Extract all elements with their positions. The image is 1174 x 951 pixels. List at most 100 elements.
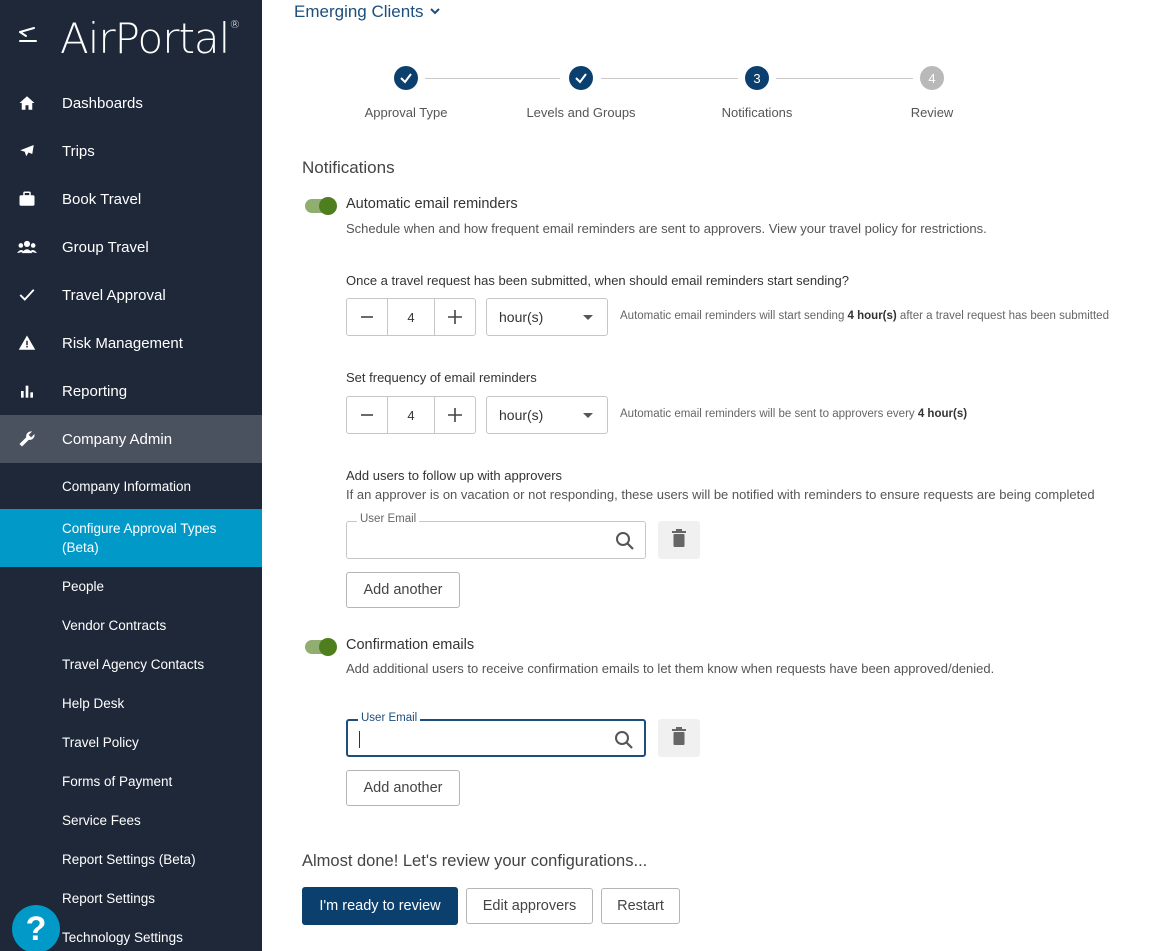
followup-title: Add users to follow up with approvers [346, 468, 563, 483]
nav-item-label: Dashboards [62, 94, 143, 112]
nav-item-trips[interactable]: Trips [0, 127, 262, 175]
check-icon [17, 285, 37, 305]
main-content: Emerging Clients Approval Type Levels an… [262, 0, 1174, 951]
confirmation-label: Confirmation emails [346, 637, 475, 653]
step-label: Review [910, 105, 954, 120]
confirmation-email-field[interactable]: User Email [346, 712, 646, 757]
sub-item-company-information[interactable]: Company Information [0, 463, 262, 509]
sub-item-help-desk[interactable]: Help Desk [0, 684, 262, 723]
step-levels-and-groups[interactable]: Levels and Groups [511, 66, 651, 120]
plane-icon [17, 141, 37, 161]
chevron-down-icon [583, 413, 593, 418]
add-another-followup-button[interactable]: Add another [346, 572, 460, 608]
frequency-question: Set frequency of email reminders [346, 370, 537, 385]
step-number: 4 [920, 66, 944, 90]
trash-icon [671, 726, 687, 750]
sub-item-travel-policy[interactable]: Travel Policy [0, 723, 262, 762]
confirmation-desc: Add additional users to receive confirma… [346, 661, 995, 676]
step-number: 3 [745, 66, 769, 90]
frequency-value[interactable]: 4 [387, 397, 435, 433]
delete-followup-email-button[interactable] [658, 521, 700, 559]
group-icon [17, 237, 37, 257]
progress-stepper: Approval Type Levels and Groups 3 Notifi… [262, 66, 1174, 126]
nav-item-travel-approval[interactable]: Travel Approval [0, 271, 262, 319]
nav-item-label: Book Travel [62, 190, 142, 208]
followup-desc: If an approver is on vacation or not res… [346, 487, 1095, 502]
step-label: Approval Type [364, 105, 448, 120]
chevron-down-icon [583, 315, 593, 320]
sub-item-service-fees[interactable]: Service Fees [0, 801, 262, 840]
warning-icon [17, 333, 37, 353]
bar-chart-icon [17, 381, 37, 401]
wrench-icon [17, 429, 37, 449]
step-approval-type[interactable]: Approval Type [336, 66, 476, 120]
auto-reminders-desc: Schedule when and how frequent email rem… [346, 221, 987, 236]
nav-item-label: Trips [62, 142, 95, 160]
followup-email-input[interactable] [357, 530, 607, 550]
sub-item-forms-of-payment[interactable]: Forms of Payment [0, 762, 262, 801]
nav-item-risk-management[interactable]: Risk Management [0, 319, 262, 367]
frequency-hint: Automatic email reminders will be sent t… [620, 408, 968, 420]
nav-item-label: Travel Approval [62, 286, 166, 304]
start-unit-value: hour(s) [499, 309, 544, 325]
client-name: Emerging Clients [294, 2, 424, 21]
check-icon [394, 66, 418, 90]
step-label: Notifications [721, 105, 793, 120]
home-icon [17, 93, 37, 113]
sub-item-configure-approval-types[interactable]: Configure Approval Types (Beta) [0, 509, 262, 567]
nav-item-label: Reporting [62, 382, 128, 400]
nav-item-book-travel[interactable]: Book Travel [0, 175, 262, 223]
nav-item-company-admin[interactable]: Company Admin [0, 415, 262, 463]
field-label: User Email [357, 513, 420, 525]
nav-item-dashboards[interactable]: Dashboards [0, 79, 262, 127]
review-prompt: Almost done! Let's review your configura… [302, 852, 648, 870]
start-unit-select[interactable]: hour(s) [486, 298, 608, 336]
field-label: User Email [358, 712, 421, 724]
step-notifications[interactable]: 3 Notifications [687, 66, 827, 120]
check-icon [569, 66, 593, 90]
frequency-unit-select[interactable]: hour(s) [486, 396, 608, 434]
airportal-logo: AirPortal® [60, 14, 240, 63]
delete-confirmation-email-button[interactable] [658, 719, 700, 757]
confirmation-toggle[interactable] [305, 638, 337, 656]
step-label: Levels and Groups [526, 105, 636, 120]
search-icon[interactable] [614, 730, 634, 750]
followup-email-field[interactable]: User Email [346, 513, 646, 559]
main-nav: Dashboards Trips Book Travel Group Trave… [0, 79, 262, 951]
nav-item-group-travel[interactable]: Group Travel [0, 223, 262, 271]
step-review[interactable]: 4 Review [862, 66, 1002, 120]
nav-item-label: Risk Management [62, 334, 183, 352]
increment-button[interactable] [435, 299, 475, 335]
client-selector[interactable]: Emerging Clients [294, 2, 441, 22]
frequency-stepper: 4 [346, 396, 476, 434]
start-hint: Automatic email reminders will start sen… [620, 310, 1109, 322]
sub-item-travel-agency-contacts[interactable]: Travel Agency Contacts [0, 645, 262, 684]
search-icon[interactable] [615, 531, 635, 551]
ready-to-review-button[interactable]: I'm ready to review [302, 887, 458, 925]
start-question: Once a travel request has been submitted… [346, 273, 849, 288]
edit-approvers-button[interactable]: Edit approvers [466, 888, 593, 924]
sub-item-vendor-contracts[interactable]: Vendor Contracts [0, 606, 262, 645]
auto-reminders-toggle[interactable] [305, 197, 337, 215]
restart-button[interactable]: Restart [601, 888, 680, 924]
collapse-menu-icon[interactable] [16, 24, 40, 48]
start-delay-stepper: 4 [346, 298, 476, 336]
company-admin-submenu: Company Information Configure Approval T… [0, 463, 262, 951]
chevron-down-icon [429, 2, 441, 22]
auto-reminders-label: Automatic email reminders [346, 196, 518, 212]
briefcase-icon [17, 189, 37, 209]
decrement-button[interactable] [347, 299, 387, 335]
sub-item-people[interactable]: People [0, 567, 262, 606]
nav-item-label: Group Travel [62, 238, 149, 256]
trash-icon [671, 528, 687, 552]
start-delay-value[interactable]: 4 [387, 299, 435, 335]
sub-item-report-settings-beta[interactable]: Report Settings (Beta) [0, 840, 262, 879]
help-button[interactable]: ? [12, 905, 60, 951]
confirmation-email-input[interactable] [358, 729, 608, 749]
increment-button[interactable] [435, 397, 475, 433]
decrement-button[interactable] [347, 397, 387, 433]
nav-item-reporting[interactable]: Reporting [0, 367, 262, 415]
add-another-confirmation-button[interactable]: Add another [346, 770, 460, 806]
frequency-unit-value: hour(s) [499, 407, 544, 423]
section-title: Notifications [302, 158, 395, 177]
